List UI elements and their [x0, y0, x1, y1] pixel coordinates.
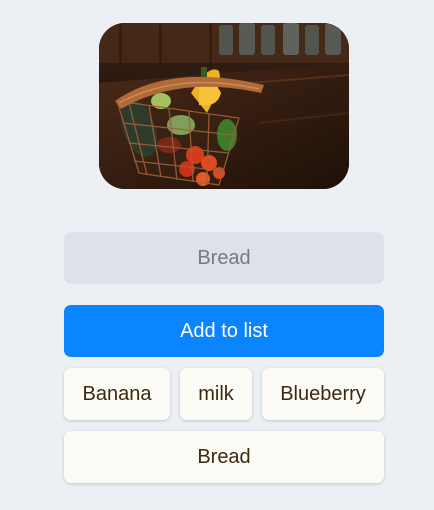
grocery-basket-image — [99, 23, 349, 189]
list-item-blueberry[interactable]: Blueberry — [262, 368, 384, 420]
list-item-banana[interactable]: Banana — [64, 368, 170, 420]
list-item-milk[interactable]: milk — [180, 368, 252, 420]
list-item-bread[interactable]: Bread — [64, 431, 384, 483]
add-to-list-button[interactable]: Add to list — [64, 305, 384, 357]
item-name-input[interactable] — [64, 232, 384, 284]
shopping-list-app: Add to list Banana milk Blueberry Bread — [0, 0, 434, 510]
